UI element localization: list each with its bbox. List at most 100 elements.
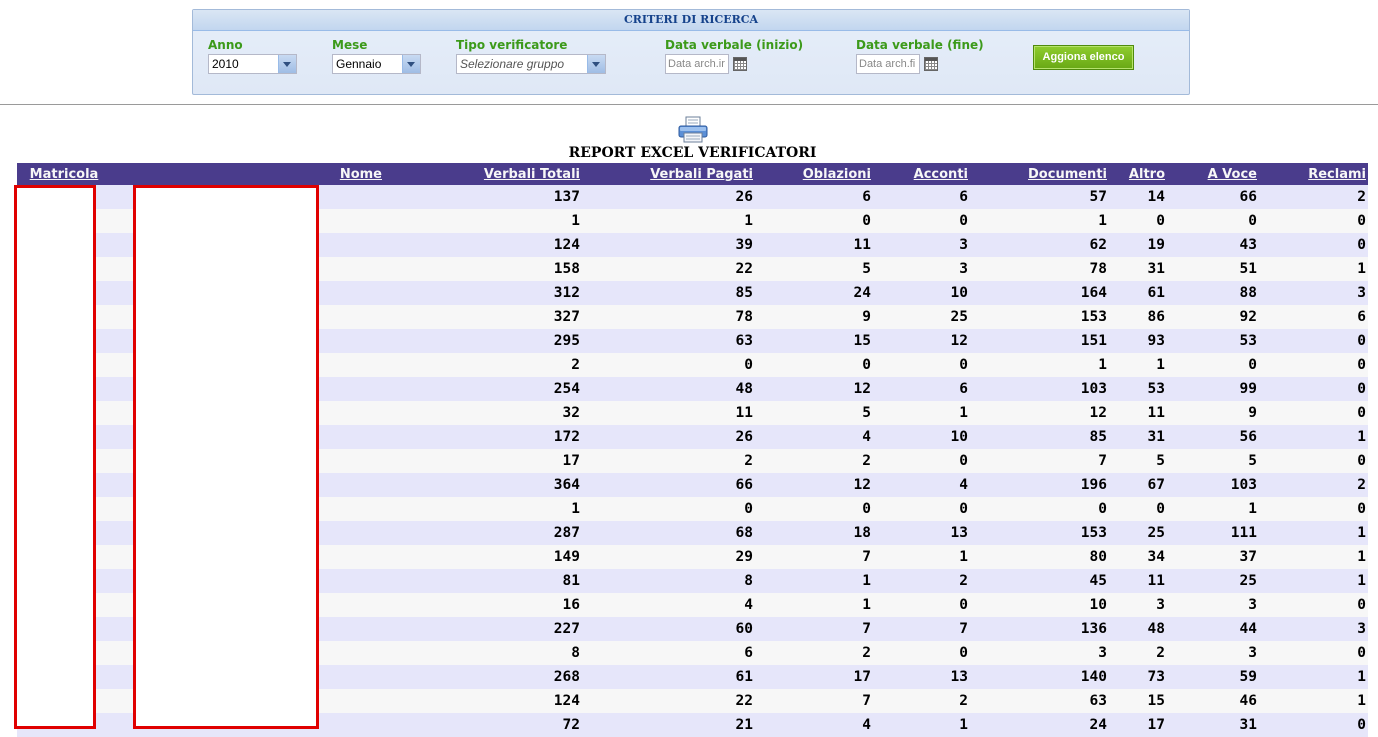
col-header-verbali-totali[interactable]: Verbali Totali (400, 163, 582, 185)
cell-verbali-pagati: 48 (582, 377, 755, 401)
cell-altro: 19 (1109, 233, 1167, 257)
col-header-documenti[interactable]: Documenti (970, 163, 1109, 185)
anno-value: 2010 (212, 57, 239, 71)
cell-verbali-pagati: 0 (582, 353, 755, 377)
cell-oblazioni: 6 (755, 185, 873, 209)
col-header-oblazioni[interactable]: Oblazioni (755, 163, 873, 185)
cell-verbali-pagati: 85 (582, 281, 755, 305)
cell-verbali-totali: 227 (400, 617, 582, 641)
cell-oblazioni: 12 (755, 377, 873, 401)
cell-acconti: 2 (873, 689, 970, 713)
col-header-altro[interactable]: Altro (1109, 163, 1167, 185)
data-inizio-input[interactable] (665, 54, 729, 74)
cell-verbali-pagati: 2 (582, 449, 755, 473)
cell-verbali-totali: 158 (400, 257, 582, 281)
printer-icon[interactable] (677, 116, 709, 144)
cell-oblazioni: 1 (755, 593, 873, 617)
col-header-a-voce[interactable]: A Voce (1167, 163, 1259, 185)
mese-select[interactable]: Gennaio (332, 54, 421, 74)
cell-acconti: 0 (873, 353, 970, 377)
cell-a-voce: 92 (1167, 305, 1259, 329)
col-header-reclami[interactable]: Reclami (1259, 163, 1368, 185)
cell-a-voce: 88 (1167, 281, 1259, 305)
chevron-down-icon[interactable] (402, 55, 420, 73)
cell-reclami: 0 (1259, 401, 1368, 425)
cell-acconti: 0 (873, 449, 970, 473)
cell-a-voce: 1 (1167, 497, 1259, 521)
tipo-verificatore-select[interactable]: Selezionare gruppo (456, 54, 606, 74)
cell-altro: 14 (1109, 185, 1167, 209)
col-header-verbali-pagati[interactable]: Verbali Pagati (582, 163, 755, 185)
header-row: Matricola Nome Verbali Totali Verbali Pa… (17, 163, 1368, 185)
col-header-nome[interactable]: Nome (113, 163, 400, 185)
cell-verbali-totali: 8 (400, 641, 582, 665)
cell-verbali-pagati: 8 (582, 569, 755, 593)
cell-verbali-pagati: 6 (582, 641, 755, 665)
cell-reclami: 6 (1259, 305, 1368, 329)
cell-a-voce: 0 (1167, 353, 1259, 377)
cell-verbali-totali: 295 (400, 329, 582, 353)
cell-acconti: 13 (873, 665, 970, 689)
cell-altro: 0 (1109, 497, 1167, 521)
mese-field: Mese Gennaio (332, 38, 421, 74)
cell-oblazioni: 15 (755, 329, 873, 353)
aggiorna-elenco-button[interactable]: Aggiona elenco (1033, 45, 1134, 70)
cell-altro: 15 (1109, 689, 1167, 713)
anno-label: Anno (208, 38, 243, 52)
cell-documenti: 153 (970, 521, 1109, 545)
calendar-icon[interactable] (733, 57, 747, 71)
cell-altro: 11 (1109, 569, 1167, 593)
cell-verbali-pagati: 66 (582, 473, 755, 497)
anno-field: Anno 2010 (208, 38, 297, 74)
cell-oblazioni: 17 (755, 665, 873, 689)
search-criteria-panel: CRITERI DI RICERCA Anno 2010 Mese Gennai… (192, 9, 1190, 95)
cell-reclami: 0 (1259, 497, 1368, 521)
cell-a-voce: 25 (1167, 569, 1259, 593)
cell-documenti: 78 (970, 257, 1109, 281)
cell-documenti: 85 (970, 425, 1109, 449)
cell-verbali-totali: 172 (400, 425, 582, 449)
cell-verbali-totali: 32 (400, 401, 582, 425)
cell-verbali-pagati: 4 (582, 593, 755, 617)
col-header-matricola[interactable]: Matricola (17, 163, 113, 185)
cell-a-voce: 31 (1167, 713, 1259, 737)
cell-oblazioni: 7 (755, 617, 873, 641)
cell-a-voce: 111 (1167, 521, 1259, 545)
cell-acconti: 0 (873, 497, 970, 521)
cell-verbali-totali: 16 (400, 593, 582, 617)
panel-title: CRITERI DI RICERCA (193, 10, 1189, 31)
data-fine-input[interactable] (856, 54, 920, 74)
cell-altro: 11 (1109, 401, 1167, 425)
cell-verbali-pagati: 21 (582, 713, 755, 737)
redaction-box-matricola (14, 185, 96, 729)
data-inizio-field: Data verbale (inizio) (665, 38, 803, 74)
cell-documenti: 0 (970, 497, 1109, 521)
cell-verbali-totali: 124 (400, 689, 582, 713)
data-fine-field: Data verbale (fine) (856, 38, 984, 74)
cell-a-voce: 56 (1167, 425, 1259, 449)
cell-reclami: 1 (1259, 665, 1368, 689)
anno-select[interactable]: 2010 (208, 54, 297, 74)
cell-verbali-pagati: 26 (582, 425, 755, 449)
cell-reclami: 1 (1259, 425, 1368, 449)
cell-acconti: 2 (873, 569, 970, 593)
calendar-icon[interactable] (924, 57, 938, 71)
cell-oblazioni: 4 (755, 425, 873, 449)
cell-documenti: 10 (970, 593, 1109, 617)
cell-verbali-totali: 364 (400, 473, 582, 497)
chevron-down-icon[interactable] (278, 55, 296, 73)
cell-verbali-pagati: 61 (582, 665, 755, 689)
cell-acconti: 12 (873, 329, 970, 353)
cell-documenti: 12 (970, 401, 1109, 425)
cell-documenti: 151 (970, 329, 1109, 353)
col-header-acconti[interactable]: Acconti (873, 163, 970, 185)
cell-acconti: 4 (873, 473, 970, 497)
cell-documenti: 45 (970, 569, 1109, 593)
cell-altro: 93 (1109, 329, 1167, 353)
cell-acconti: 3 (873, 233, 970, 257)
cell-acconti: 3 (873, 257, 970, 281)
cell-oblazioni: 18 (755, 521, 873, 545)
chevron-down-icon[interactable] (587, 55, 605, 73)
cell-reclami: 0 (1259, 641, 1368, 665)
cell-a-voce: 3 (1167, 593, 1259, 617)
